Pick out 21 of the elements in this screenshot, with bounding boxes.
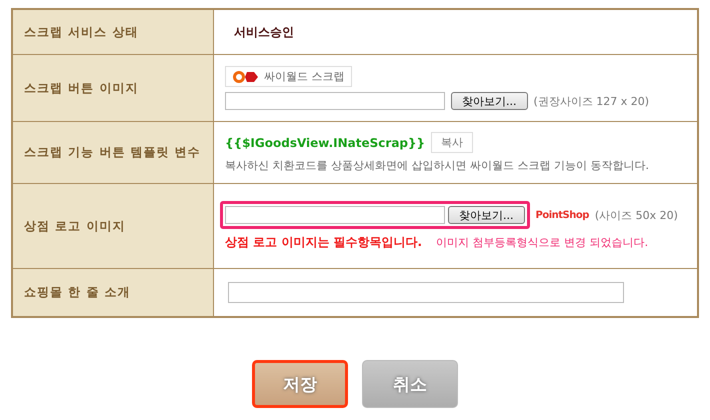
field-label: 상점 로고 이미지	[13, 184, 214, 269]
change-notice: 이미지 첨부등록형식으로 변경 되었습니다.	[436, 235, 648, 250]
browse-button[interactable]: 찾아보기...	[451, 92, 528, 110]
scrap-button-preview: 싸이월드 스크랩	[225, 66, 352, 87]
field-label: 쇼핑몰 한 줄 소개	[13, 269, 214, 317]
size-note: (사이즈 50x 20)	[594, 208, 678, 222]
logo-preview: PointShop	[536, 210, 589, 220]
status-value: 서비스승인	[233, 24, 295, 40]
intro-field[interactable]	[228, 282, 624, 303]
field-label: 스크랩 서비스 상태	[13, 10, 214, 55]
browse-button[interactable]: 찾아보기...	[448, 206, 524, 224]
field-label: 스크랩 기능 버튼 템플릿 변수	[13, 122, 214, 184]
scrap-logo-icon	[232, 70, 260, 84]
field-label: 스크랩 버튼 이미지	[13, 55, 214, 122]
size-note: (권장사이즈 127 x 20)	[534, 94, 650, 108]
copy-button[interactable]: 복사	[431, 132, 474, 153]
file-path-field[interactable]	[225, 92, 445, 110]
required-warning: 상점 로고 이미지는 필수항목입니다.	[225, 234, 422, 251]
template-code: {{$IGoodsView.INateScrap}}	[225, 136, 426, 150]
file-path-field[interactable]	[225, 206, 445, 224]
description-text: 복사하신 치환코드를 상품상세화면에 삽입하시면 싸이월드 스크랩 기능이 동작합니다.	[225, 158, 650, 173]
